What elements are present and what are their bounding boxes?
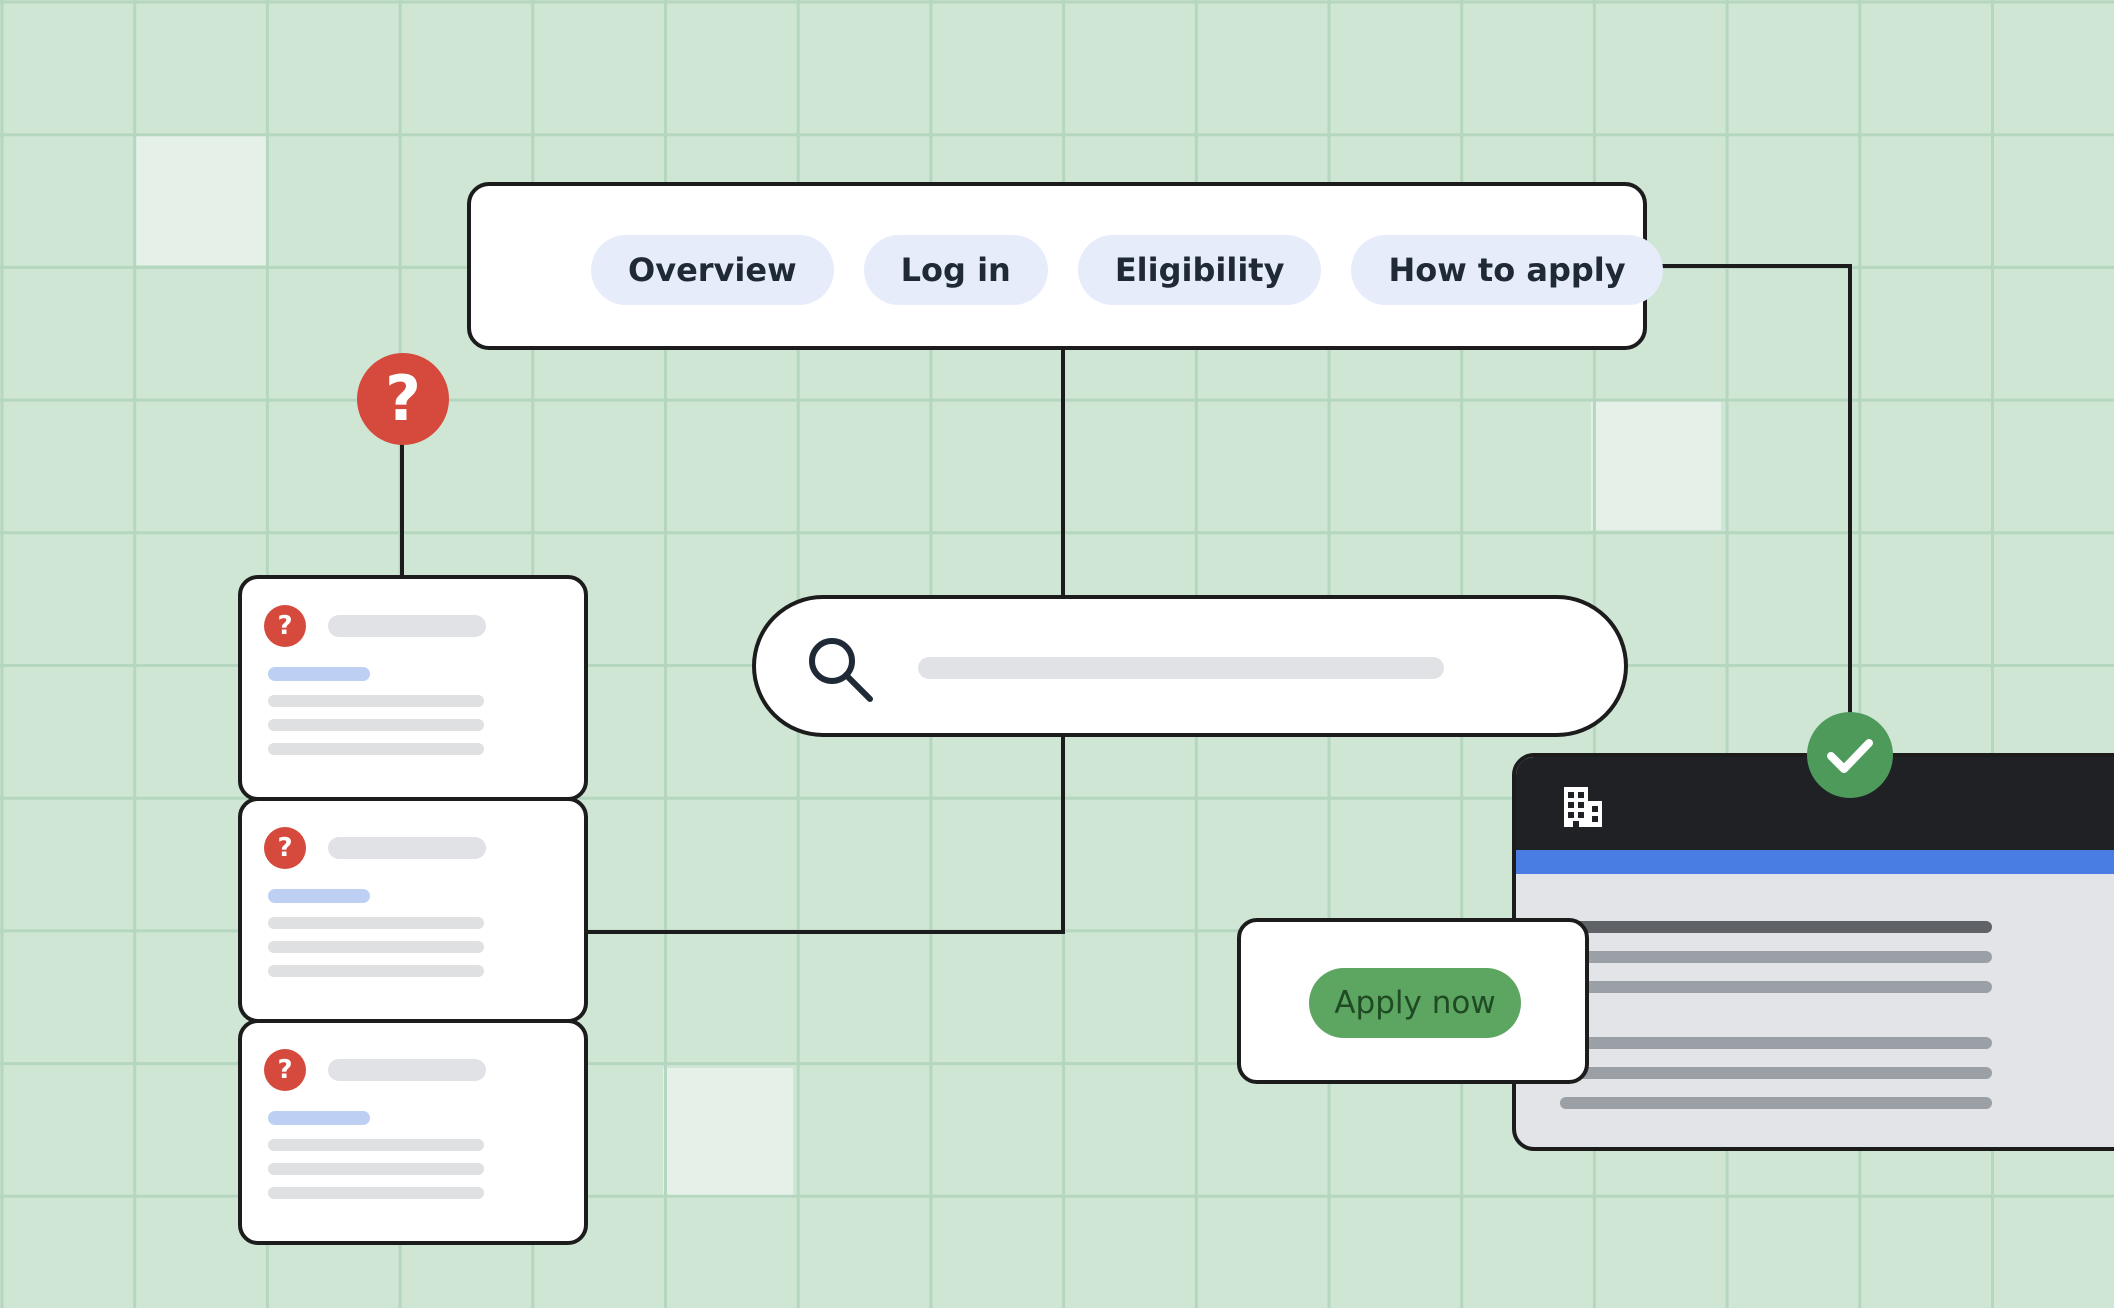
nav-chip-group: Overview Log in Eligibility How to apply bbox=[591, 235, 1663, 305]
card-link-placeholder bbox=[268, 1111, 370, 1125]
connector-search-to-cards bbox=[588, 735, 1065, 934]
content-line bbox=[1560, 921, 1992, 933]
card-text-placeholder bbox=[268, 719, 484, 731]
content-line bbox=[1560, 1067, 1992, 1079]
question-icon: ? bbox=[264, 827, 306, 869]
card-text-placeholder bbox=[268, 743, 484, 755]
connector-nav-to-window bbox=[1645, 264, 1852, 720]
result-card[interactable]: ? bbox=[238, 797, 588, 1023]
navigation-bar: Overview Log in Eligibility How to apply bbox=[467, 182, 1663, 350]
search-input[interactable] bbox=[918, 657, 1444, 679]
question-icon: ? bbox=[357, 353, 449, 445]
tab-eligibility[interactable]: Eligibility bbox=[1077, 235, 1322, 305]
content-line bbox=[1560, 1037, 1992, 1049]
question-icon: ? bbox=[264, 605, 306, 647]
tab-overview[interactable]: Overview bbox=[591, 235, 834, 305]
card-link-placeholder bbox=[268, 889, 370, 903]
card-text-placeholder bbox=[268, 1163, 484, 1175]
card-text-placeholder bbox=[268, 695, 484, 707]
content-line bbox=[1560, 1097, 1992, 1109]
tab-how-to-apply[interactable]: How to apply bbox=[1351, 235, 1663, 305]
card-text-placeholder bbox=[268, 965, 484, 977]
question-icon: ? bbox=[264, 1049, 306, 1091]
content-line bbox=[1560, 951, 1992, 963]
content-line bbox=[1560, 981, 1992, 993]
card-text-placeholder bbox=[268, 941, 484, 953]
apply-now-button[interactable]: Apply now bbox=[1309, 968, 1521, 1038]
result-card[interactable]: ? bbox=[238, 575, 588, 801]
card-title-placeholder bbox=[328, 837, 486, 859]
browser-window bbox=[1512, 753, 2114, 1151]
card-link-placeholder bbox=[268, 667, 370, 681]
card-text-placeholder bbox=[268, 917, 484, 929]
check-icon bbox=[1807, 712, 1893, 798]
apply-panel: Apply now bbox=[1237, 918, 1589, 1084]
result-card[interactable]: ? bbox=[238, 1019, 588, 1245]
card-title-placeholder bbox=[328, 615, 486, 637]
search-bar bbox=[752, 595, 1628, 737]
card-text-placeholder bbox=[268, 1187, 484, 1199]
window-accent-bar bbox=[1516, 850, 2114, 874]
diagram-scene: Overview Log in Eligibility How to apply… bbox=[0, 0, 2114, 1308]
card-text-placeholder bbox=[268, 1139, 484, 1151]
card-title-placeholder bbox=[328, 1059, 486, 1081]
tab-log-in[interactable]: Log in bbox=[863, 235, 1048, 305]
building-icon bbox=[1564, 787, 1602, 827]
search-icon[interactable] bbox=[806, 635, 876, 705]
